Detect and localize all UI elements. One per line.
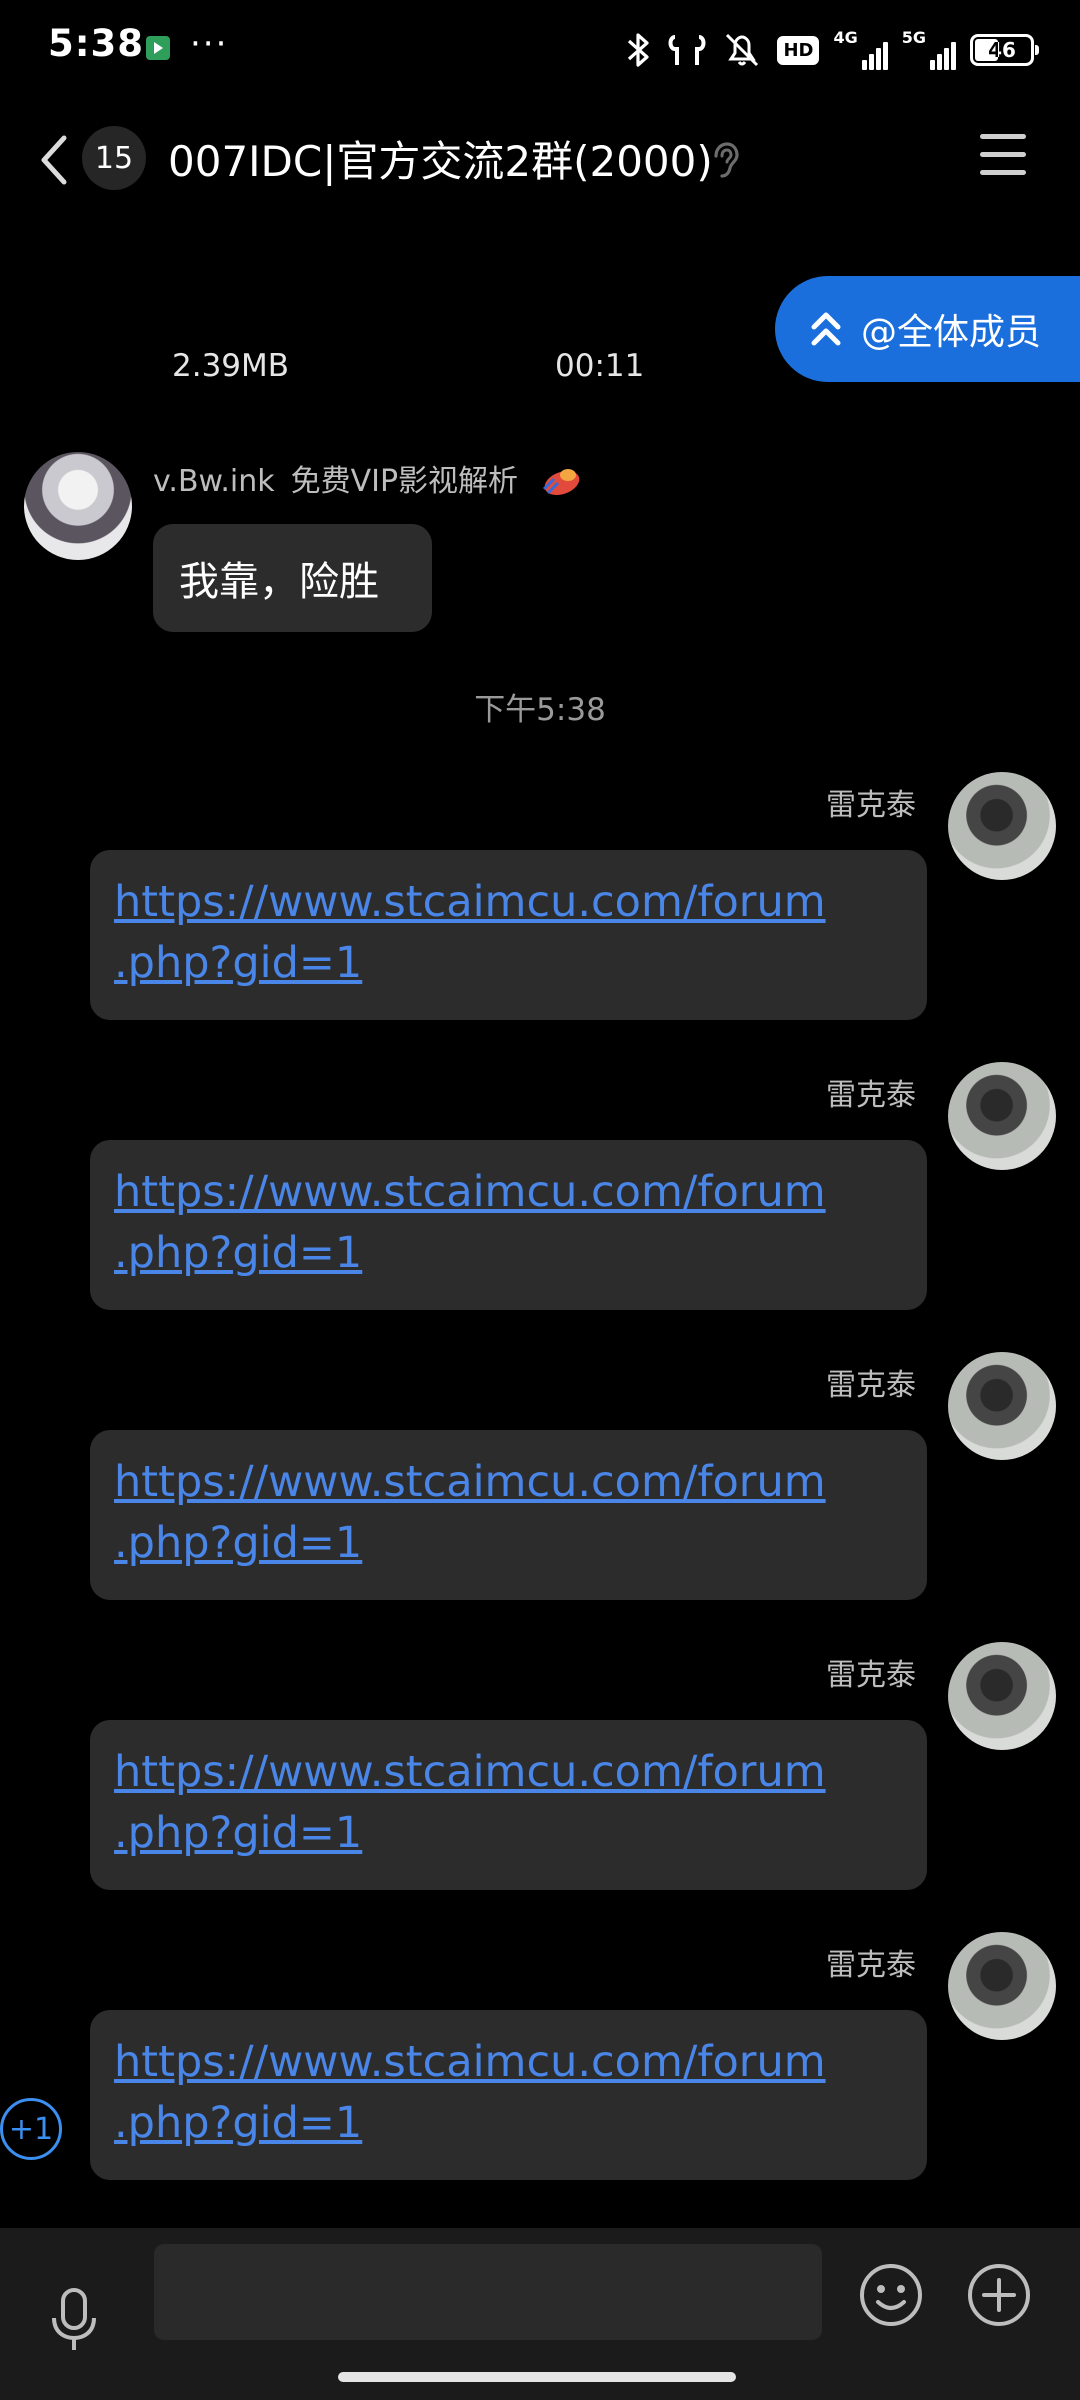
avatar[interactable] — [948, 1642, 1056, 1750]
file-size: 2.39MB — [172, 348, 290, 384]
sender-name: 雷克泰 — [826, 1948, 916, 1983]
time-divider: 下午5:38 — [474, 692, 606, 728]
emoji-button[interactable] — [858, 2262, 924, 2328]
at-all-members-button[interactable]: @全体成员 — [775, 276, 1080, 382]
home-indicator[interactable] — [338, 2372, 736, 2382]
chat-title[interactable]: 007IDC|官方交流2群(2000) — [168, 128, 713, 189]
voice-button[interactable] — [44, 2286, 104, 2356]
hd-label: HD — [777, 35, 820, 65]
mute-bell-icon — [721, 30, 763, 70]
link-message-bubble[interactable]: https://www.stcaimcu.com/forum .php?gid=… — [90, 1720, 927, 1890]
chat-screen: 5:38 ··· HD 4G 5G 46 15 007IDC|官方交流2群(20… — [0, 0, 1080, 2400]
emoji-icon — [860, 2264, 922, 2326]
message-link[interactable]: https://www.stcaimcu.com/forum .php?gid=… — [114, 2032, 903, 2154]
bluetooth-icon — [623, 30, 653, 70]
ear-icon — [706, 140, 742, 180]
avatar[interactable] — [948, 1062, 1056, 1170]
message-link[interactable]: https://www.stcaimcu.com/forum .php?gid=… — [114, 872, 903, 994]
notification-app-icon — [146, 36, 170, 60]
sender-name: 雷克泰 — [826, 1658, 916, 1693]
sender-name: 雷克泰 — [826, 1368, 916, 1403]
at-all-label: @全体成员 — [861, 312, 1042, 353]
plus-one-button[interactable]: +1 — [0, 2098, 62, 2160]
link-message-bubble[interactable]: https://www.stcaimcu.com/forum .php?gid=… — [90, 1140, 927, 1310]
sender-tag: 免费VIP影视解析 — [290, 464, 519, 499]
sender-name: 雷克泰 — [826, 788, 916, 823]
avatar[interactable] — [948, 772, 1056, 880]
back-button[interactable] — [30, 128, 80, 192]
hd-voice-icon: HD — [777, 30, 820, 70]
avatar[interactable] — [948, 1352, 1056, 1460]
avatar[interactable] — [948, 1932, 1056, 2040]
signal-4g-icon: 4G — [833, 28, 888, 70]
input-bar — [0, 2228, 1080, 2400]
battery-icon: 46 — [970, 30, 1039, 70]
link-message-bubble[interactable]: https://www.stcaimcu.com/forum .php?gid=… — [90, 2010, 927, 2180]
flame-badge-icon — [538, 459, 584, 507]
menu-icon — [980, 134, 1026, 139]
signal-5g-icon: 5G — [902, 30, 956, 70]
more-actions-button[interactable] — [966, 2262, 1032, 2328]
message-link[interactable]: https://www.stcaimcu.com/forum .php?gid=… — [114, 1452, 903, 1574]
sender-name-row: v.Bw.ink 免费VIP影视解析 — [153, 456, 584, 507]
message-input[interactable] — [154, 2244, 822, 2340]
double-chevron-up-icon — [811, 312, 841, 346]
plus-icon — [968, 2264, 1030, 2326]
net2-label: 5G — [901, 28, 926, 47]
message-link[interactable]: https://www.stcaimcu.com/forum .php?gid=… — [114, 1162, 903, 1284]
earbuds-icon — [667, 30, 707, 70]
avatar[interactable] — [24, 452, 132, 560]
status-time: 5:38 — [48, 22, 145, 65]
message-bubble[interactable]: 我靠，险胜 — [153, 524, 432, 632]
link-message-bubble[interactable]: https://www.stcaimcu.com/forum .php?gid=… — [90, 1430, 927, 1600]
link-message-bubble[interactable]: https://www.stcaimcu.com/forum .php?gid=… — [90, 850, 927, 1020]
message-text: 我靠，险胜 — [179, 559, 379, 605]
net1-label: 4G — [833, 28, 858, 47]
status-icons: HD 4G 5G 46 — [623, 28, 1039, 72]
sender-name: v.Bw.ink — [153, 464, 275, 499]
back-icon — [41, 135, 67, 185]
battery-level: 46 — [988, 38, 1016, 62]
mic-icon — [52, 2288, 96, 2350]
message-link[interactable]: https://www.stcaimcu.com/forum .php?gid=… — [114, 1742, 903, 1864]
sender-name: 雷克泰 — [826, 1078, 916, 1113]
status-bar: 5:38 ··· HD 4G 5G 46 — [0, 0, 1080, 100]
menu-button[interactable] — [980, 134, 1030, 184]
file-duration: 00:11 — [555, 348, 645, 384]
status-more-dots: ··· — [190, 24, 229, 64]
unread-badge[interactable]: 15 — [82, 126, 146, 190]
chat-header: 15 007IDC|官方交流2群(2000) — [0, 110, 1080, 210]
